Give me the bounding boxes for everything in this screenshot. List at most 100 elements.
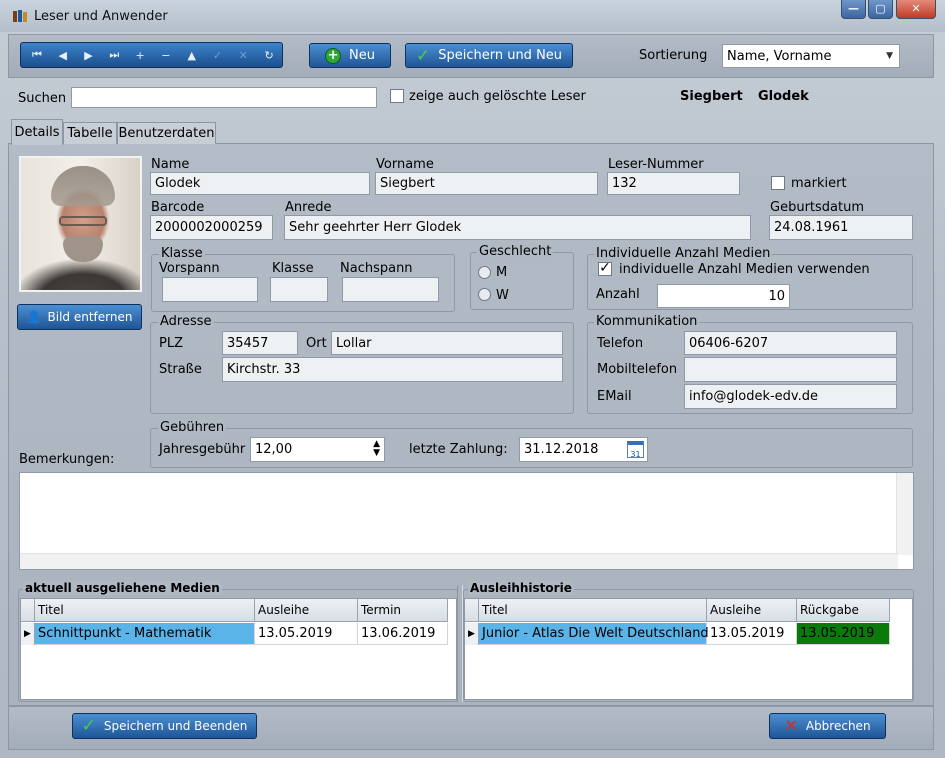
strasse-field[interactable]: Kirchstr. 33 xyxy=(222,357,563,382)
anrede-field[interactable]: Sehr geehrter Herr Glodek xyxy=(284,215,751,240)
spin-arrows-icon[interactable]: ▲ ▼ xyxy=(373,440,380,458)
new-button-label: Neu xyxy=(349,48,375,63)
new-button[interactable]: + Neu xyxy=(309,43,391,68)
col-titel[interactable]: Titel xyxy=(35,599,255,622)
delete-record-icon[interactable]: − xyxy=(153,45,179,65)
search-input[interactable] xyxy=(71,87,377,108)
nachspann-label: Nachspann xyxy=(340,261,413,276)
bemerkungen-label: Bemerkungen: xyxy=(19,452,115,467)
col-ausleihe[interactable]: Ausleihe xyxy=(255,599,358,622)
radio-m[interactable] xyxy=(478,266,491,279)
klasse-title: Klasse xyxy=(159,246,205,261)
klasse-label: Klasse xyxy=(272,261,314,276)
horizontal-scrollbar[interactable] xyxy=(20,553,898,569)
books-icon xyxy=(13,10,27,22)
table-row-ausleihe[interactable]: 13.05.2019 xyxy=(707,623,797,645)
sort-select[interactable]: Name, Vorname ▼ xyxy=(722,44,900,68)
show-deleted-checkbox[interactable] xyxy=(390,89,404,103)
last-record-icon[interactable]: ⏭ xyxy=(101,45,127,65)
cancel-button[interactable]: ✕ Abbrechen xyxy=(769,713,886,739)
plz-field[interactable]: 35457 xyxy=(222,331,298,355)
anrede-label: Anrede xyxy=(285,200,332,215)
maximize-button[interactable]: ▢ xyxy=(868,0,893,19)
medien-use-label: individuelle Anzahl Medien verwenden xyxy=(619,262,870,277)
name-label: Name xyxy=(151,157,190,172)
vorname-field[interactable]: Siegbert xyxy=(375,172,598,195)
tab-benutzerdaten[interactable]: Benutzerdaten xyxy=(117,122,216,144)
next-record-icon[interactable]: ▶ xyxy=(76,45,102,65)
table-row-titel[interactable]: Junior - Atlas Die Welt Deutschland xyxy=(479,623,709,645)
table-row-termin[interactable]: 13.06.2019 xyxy=(358,623,448,645)
gebuehren-title: Gebühren xyxy=(158,420,227,435)
vorspann-field[interactable] xyxy=(162,277,258,302)
check-icon: ✓ xyxy=(81,716,96,736)
save-close-label: Speichern und Beenden xyxy=(103,719,248,733)
telefon-field[interactable]: 06406-6207 xyxy=(684,331,897,355)
save-new-label: Speichern und Neu xyxy=(438,48,563,63)
remove-photo-button[interactable]: 👤 Bild entfernen xyxy=(17,304,142,330)
letzte-zahlung-date[interactable]: 31.12.2018 31 xyxy=(519,437,648,462)
minimize-button[interactable]: — xyxy=(841,0,866,19)
calendar-icon[interactable]: 31 xyxy=(627,441,644,459)
first-record-icon[interactable]: ⏮ xyxy=(24,45,50,65)
col-termin[interactable]: Termin xyxy=(358,599,448,622)
mobil-field[interactable] xyxy=(684,357,897,382)
markiert-checkbox[interactable] xyxy=(771,176,785,190)
refresh-icon[interactable]: ↻ xyxy=(256,45,282,65)
chevron-down-icon: ▼ xyxy=(886,51,893,61)
tab-details[interactable]: Details xyxy=(11,119,63,145)
add-record-icon[interactable]: + xyxy=(127,45,153,65)
mobil-label: Mobiltelefon xyxy=(597,362,678,377)
bemerkungen-textarea[interactable] xyxy=(19,472,914,570)
check-icon: ✓ xyxy=(415,45,431,66)
barcode-label: Barcode xyxy=(151,200,205,215)
klasse-field[interactable] xyxy=(270,277,328,302)
jahresgebuehr-spinner[interactable]: 12,00 ▲ ▼ xyxy=(250,437,385,462)
reader-photo xyxy=(19,156,142,292)
col-rueckgabe[interactable]: Rückgabe xyxy=(797,599,890,622)
lesernr-label: Leser-Nummer xyxy=(608,157,704,172)
current-lastname: Glodek xyxy=(758,89,809,104)
edit-record-icon[interactable]: ▲ xyxy=(179,45,205,65)
radio-m-label: M xyxy=(496,265,508,280)
strasse-label: Straße xyxy=(159,362,202,377)
email-label: EMail xyxy=(597,389,632,404)
sort-label: Sortierung xyxy=(639,48,708,63)
geburtsdatum-field[interactable]: 24.08.1961 xyxy=(769,215,913,240)
vorname-label: Vorname xyxy=(376,157,434,172)
vertical-scrollbar[interactable] xyxy=(896,473,913,555)
radio-w[interactable] xyxy=(478,288,491,301)
cancel-label: Abbrechen xyxy=(805,719,871,733)
table-row-ausleihe[interactable]: 13.05.2019 xyxy=(255,623,358,645)
letzte-zahlung-label: letzte Zahlung: xyxy=(409,442,508,457)
barcode-field[interactable]: 2000002000259 xyxy=(150,215,273,240)
ort-field[interactable]: Lollar xyxy=(331,331,563,355)
prev-record-icon[interactable]: ◀ xyxy=(50,45,76,65)
col-titel[interactable]: Titel xyxy=(479,599,707,622)
nachspann-field[interactable] xyxy=(342,277,439,302)
geschlecht-title: Geschlecht xyxy=(477,244,554,259)
save-new-button[interactable]: ✓ Speichern und Neu xyxy=(405,43,573,68)
email-field[interactable]: info@glodek-edv.de xyxy=(684,384,897,409)
lesernr-field[interactable]: 132 xyxy=(607,172,740,195)
kommunikation-title: Kommunikation xyxy=(594,314,700,329)
table-row-rueckgabe[interactable]: 13.05.2019 xyxy=(797,623,890,645)
cancel-record-icon[interactable]: ✕ xyxy=(230,45,256,65)
tab-tabelle[interactable]: Tabelle xyxy=(63,122,117,144)
markiert-label: markiert xyxy=(791,176,847,191)
col-ausleihe[interactable]: Ausleihe xyxy=(707,599,797,622)
anzahl-label: Anzahl xyxy=(596,287,640,302)
post-record-icon[interactable]: ✓ xyxy=(205,45,231,65)
historie-title: Ausleihhistorie xyxy=(468,581,574,595)
name-field[interactable]: Glodek xyxy=(150,172,370,195)
save-close-button[interactable]: ✓ Speichern und Beenden xyxy=(72,713,257,739)
close-button[interactable]: ✕ xyxy=(896,0,936,19)
maximize-icon: ▢ xyxy=(875,2,886,15)
remove-photo-label: Bild entfernen xyxy=(47,310,133,324)
leser-window: Leser und Anwender — ▢ ✕ ⏮ ◀ ▶ ⏭ + − ▲ ✓… xyxy=(0,0,945,758)
table-row-titel[interactable]: Schnittpunkt - Mathematik xyxy=(35,623,255,645)
anzahl-field[interactable]: 10 xyxy=(657,284,790,308)
sort-value: Name, Vorname xyxy=(727,48,832,64)
medien-use-checkbox[interactable]: ✓ xyxy=(598,261,612,276)
ort-label: Ort xyxy=(306,336,327,351)
